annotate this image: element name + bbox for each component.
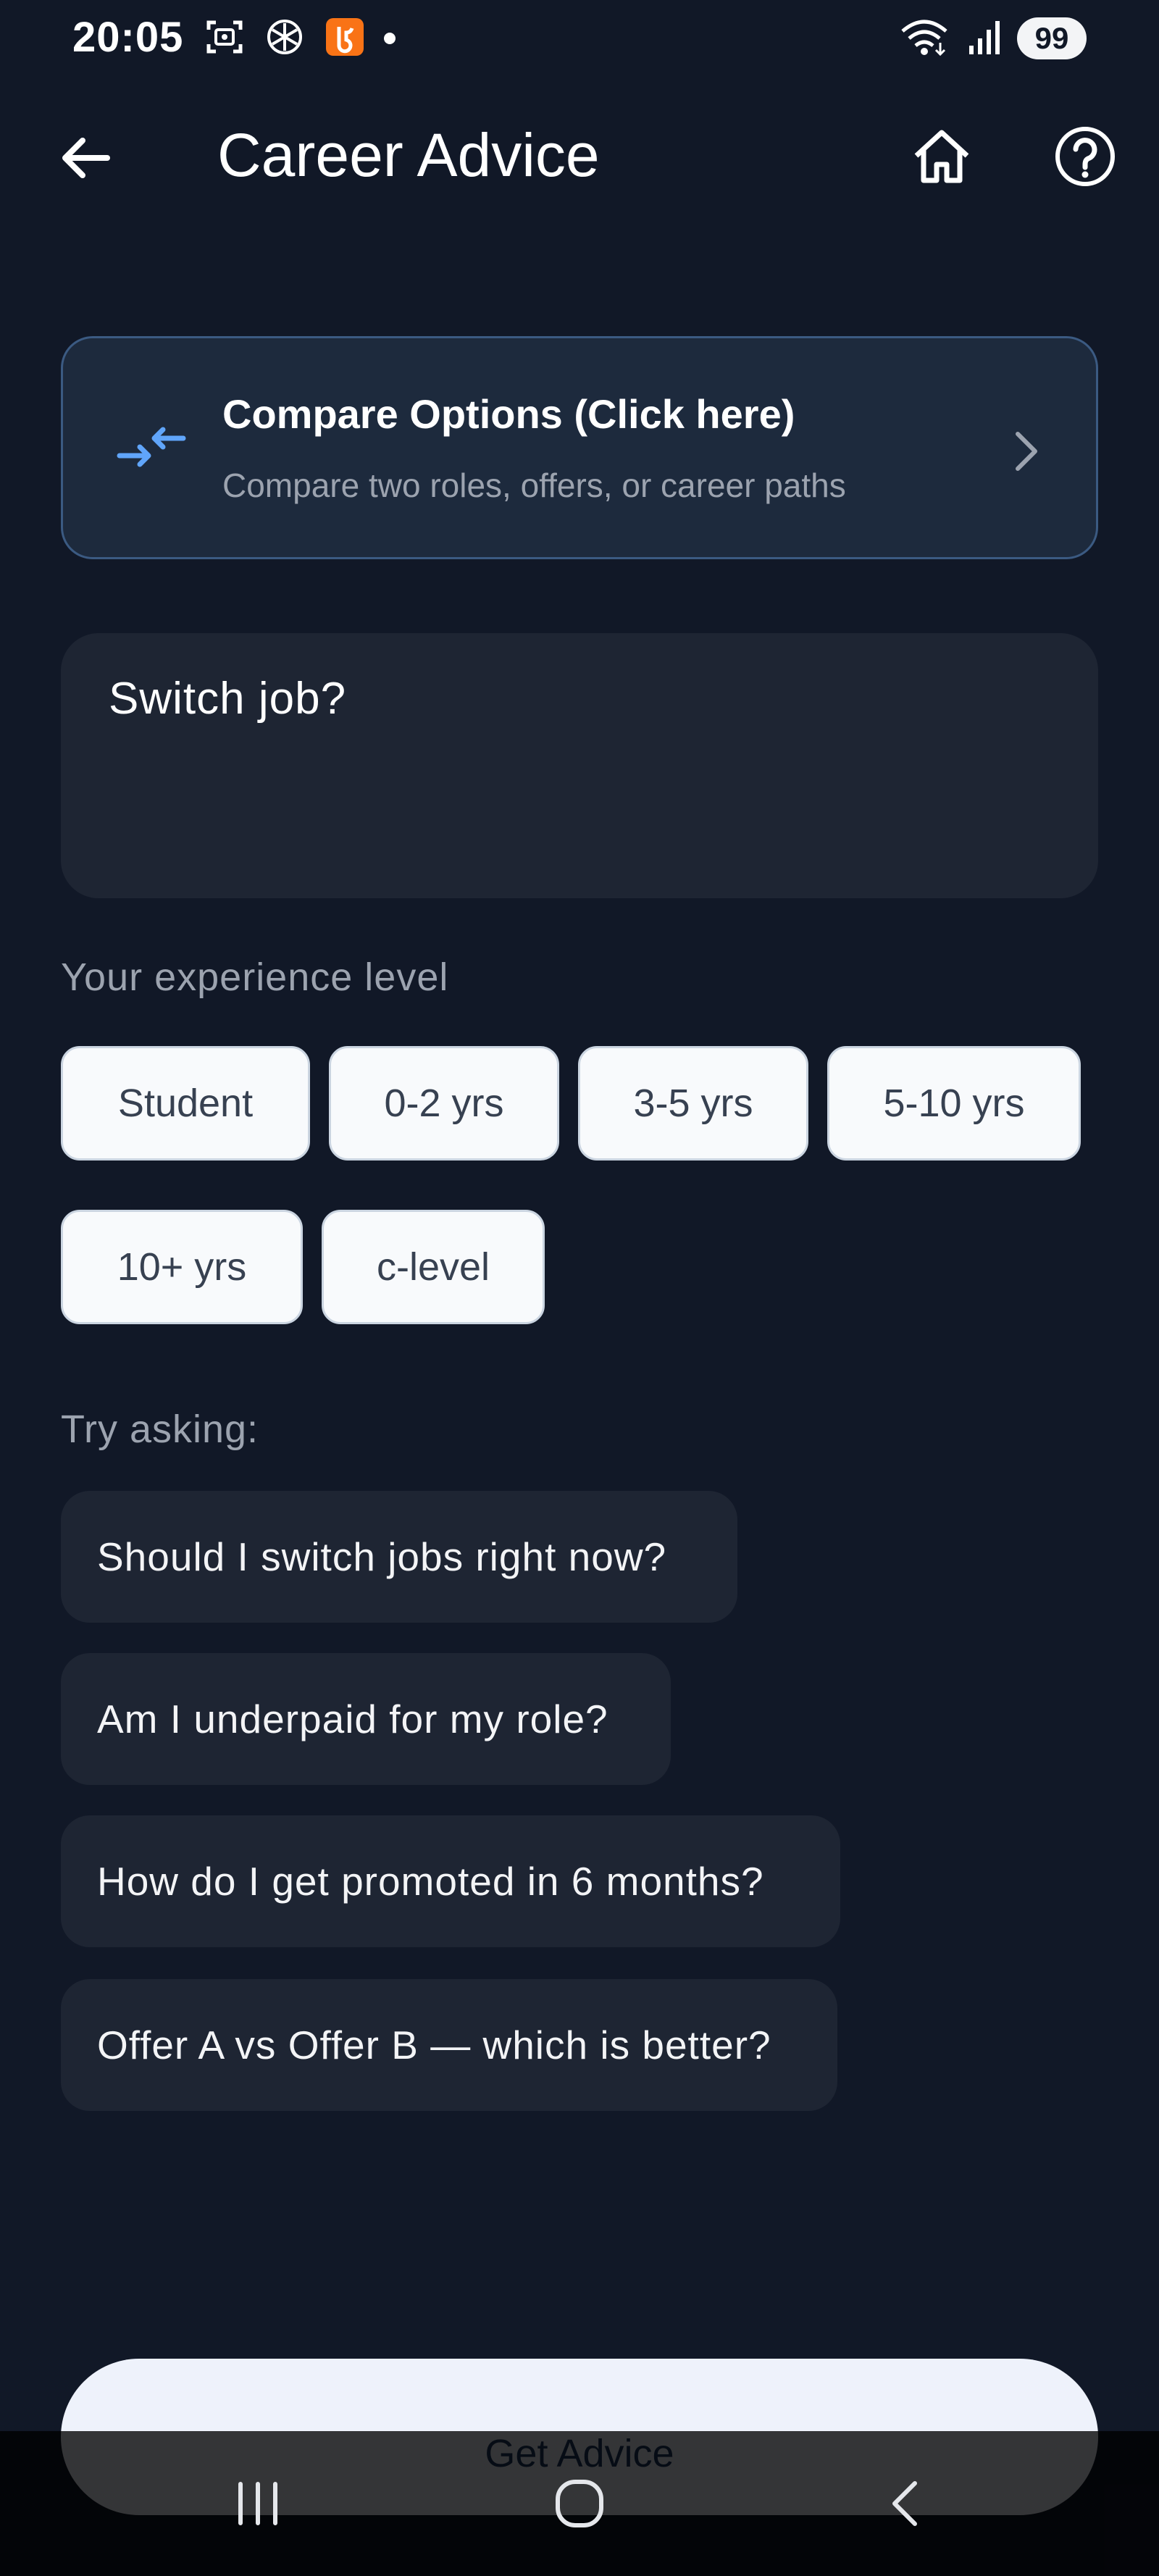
suggestions-label: Try asking: bbox=[61, 1408, 259, 1451]
question-input[interactable] bbox=[109, 662, 1050, 735]
career-advice-screen: 20:05 99 Career Advice Compare Options (… bbox=[0, 0, 1159, 2576]
wifi-icon bbox=[898, 17, 950, 61]
battery-icon: 99 bbox=[1017, 17, 1087, 59]
suggestion-promoted[interactable]: How do I get promoted in 6 months? bbox=[61, 1815, 840, 1947]
chip-student[interactable]: Student bbox=[61, 1046, 310, 1161]
home-button[interactable] bbox=[905, 120, 978, 193]
suggestion-underpaid[interactable]: Am I underpaid for my role? bbox=[61, 1653, 671, 1785]
back-arrow-icon bbox=[62, 138, 110, 178]
recent-apps-button[interactable] bbox=[207, 2467, 309, 2540]
back-nav-icon bbox=[892, 2481, 917, 2526]
compare-subtitle: Compare two roles, offers, or career pat… bbox=[222, 467, 846, 504]
home-nav-button[interactable] bbox=[529, 2467, 630, 2540]
suggestion-offer-compare[interactable]: Offer A vs Offer B — which is better? bbox=[61, 1979, 837, 2111]
dot-icon bbox=[384, 33, 396, 44]
openai-icon bbox=[264, 16, 306, 62]
home-nav-icon bbox=[556, 2480, 603, 2527]
help-icon bbox=[1055, 127, 1115, 186]
status-bar: 20:05 99 bbox=[0, 0, 1159, 80]
chip-5-10-yrs[interactable]: 5-10 yrs bbox=[827, 1046, 1081, 1161]
status-left-icons bbox=[204, 16, 396, 61]
page-title: Career Advice bbox=[217, 121, 600, 189]
status-time: 20:05 bbox=[72, 14, 184, 61]
chip-c-level[interactable]: c-level bbox=[322, 1210, 545, 1324]
suggestion-switch-jobs[interactable]: Should I switch jobs right now? bbox=[61, 1491, 737, 1623]
signal-icon bbox=[966, 17, 1001, 61]
experience-label: Your experience level bbox=[61, 955, 449, 999]
recent-apps-icon bbox=[238, 2482, 277, 2525]
compare-title: Compare Options (Click here) bbox=[222, 391, 795, 437]
status-right-icons: 99 bbox=[898, 16, 1087, 61]
screenshot-icon bbox=[204, 17, 245, 61]
navigation-bar bbox=[0, 2431, 1159, 2576]
help-button[interactable] bbox=[1049, 120, 1121, 193]
chip-3-5-yrs[interactable]: 3-5 yrs bbox=[578, 1046, 808, 1161]
compare-options-card[interactable]: Compare Options (Click here) Compare two… bbox=[61, 336, 1098, 559]
chevron-right-icon bbox=[1016, 432, 1037, 471]
app-notification-icon bbox=[325, 17, 365, 61]
compare-arrows-icon bbox=[117, 427, 186, 467]
back-button[interactable] bbox=[51, 123, 120, 193]
back-nav-button[interactable] bbox=[855, 2467, 956, 2540]
chip-0-2-yrs[interactable]: 0-2 yrs bbox=[329, 1046, 559, 1161]
chip-10-plus-yrs[interactable]: 10+ yrs bbox=[61, 1210, 303, 1324]
app-bar: Career Advice bbox=[0, 94, 1159, 217]
home-icon bbox=[914, 130, 969, 183]
question-box[interactable] bbox=[61, 633, 1098, 898]
